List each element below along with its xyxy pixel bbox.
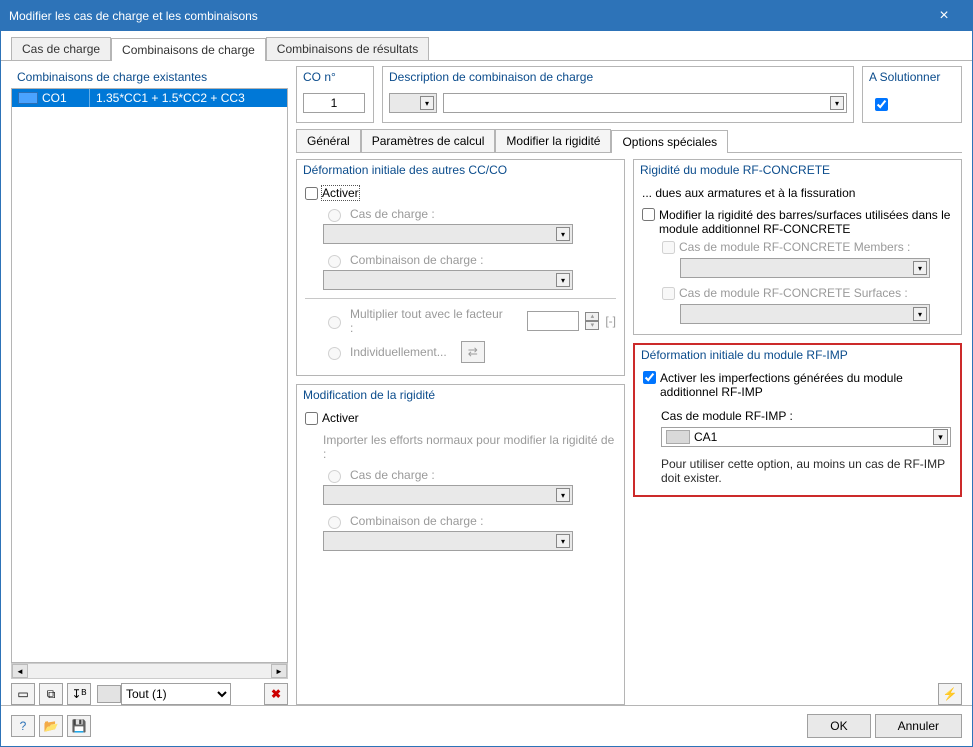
main-tabs: Cas de charge Combinaisons de charge Com… bbox=[1, 37, 972, 61]
bottom-bar: ? 📂 💾 OK Annuler bbox=[1, 705, 972, 746]
deform-indiv-radio bbox=[328, 347, 341, 360]
rfcon-members-checkbox: Cas de module RF-CONCRETE Members : bbox=[662, 240, 953, 254]
new-icon[interactable]: ▭ bbox=[11, 683, 35, 705]
solve-box: A Solutionner bbox=[862, 66, 962, 123]
co-number-box: CO n° bbox=[296, 66, 374, 123]
deform-combo-select: ▾ bbox=[323, 270, 573, 290]
open-icon[interactable]: 📂 bbox=[39, 715, 63, 737]
dialog-body: Combinaisons de charge existantes CO1 1.… bbox=[1, 61, 972, 705]
co-number-input[interactable] bbox=[303, 93, 365, 113]
help-icon[interactable]: ? bbox=[11, 715, 35, 737]
right-pane: CO n° Description de combinaison de char… bbox=[296, 66, 962, 705]
description-box: Description de combinaison de charge ▾ ▾ bbox=[382, 66, 854, 123]
modif-combo-select: ▾ bbox=[323, 531, 573, 551]
horizontal-scrollbar[interactable]: ◄► bbox=[11, 663, 288, 679]
save-icon[interactable]: 💾 bbox=[67, 715, 91, 737]
deformation-panel: Déformation initiale des autres CC/CO Ac… bbox=[296, 159, 625, 376]
deform-factor-input bbox=[527, 311, 579, 331]
deform-cas-select: ▾ bbox=[323, 224, 573, 244]
deform-indiv-icon: ⇄ bbox=[461, 341, 485, 363]
solve-checkbox[interactable] bbox=[875, 98, 888, 111]
tab-combinaisons-resultats[interactable]: Combinaisons de résultats bbox=[266, 37, 429, 60]
dialog-window: Modifier les cas de charge et les combin… bbox=[0, 0, 973, 747]
modif-combo-radio bbox=[328, 516, 341, 529]
rfcon-surfaces-select: ▾ bbox=[680, 304, 930, 324]
list-item[interactable]: CO1 1.35*CC1 + 1.5*CC2 + CC3 bbox=[12, 89, 287, 107]
rfconcrete-panel: Rigidité du module RF-CONCRETE ... dues … bbox=[633, 159, 962, 335]
rfimp-swatch-icon bbox=[666, 430, 690, 444]
desc-text-select[interactable]: ▾ bbox=[443, 93, 847, 113]
color-swatch-icon bbox=[18, 92, 38, 104]
filter-select[interactable]: Tout (1) bbox=[121, 683, 231, 705]
rfimp-case-select[interactable]: CA1 ▾ bbox=[661, 427, 951, 447]
titlebar: Modifier les cas de charge et les combin… bbox=[1, 1, 972, 31]
ok-button[interactable]: OK bbox=[807, 714, 870, 738]
delete-icon[interactable]: ✖ bbox=[264, 683, 288, 705]
combinations-list[interactable]: CO1 1.35*CC1 + 1.5*CC2 + CC3 bbox=[11, 88, 288, 663]
deform-combo-radio bbox=[328, 255, 341, 268]
rfimp-note: Pour utiliser cette option, au moins un … bbox=[661, 457, 952, 485]
modif-cas-select: ▾ bbox=[323, 485, 573, 505]
left-toolbar: ▭ ⧉ ↧ᴮ Tout (1) ✖ bbox=[11, 683, 288, 705]
rfcon-modify-checkbox[interactable]: Modifier la rigidité des barres/surfaces… bbox=[642, 208, 953, 236]
modification-panel: Modification de la rigidité Activer Impo… bbox=[296, 384, 625, 705]
tab-cas-de-charge[interactable]: Cas de charge bbox=[11, 37, 111, 60]
deform-mult-radio bbox=[328, 316, 341, 329]
lightning-icon[interactable]: ⚡ bbox=[938, 683, 962, 705]
modif-cas-radio bbox=[328, 470, 341, 483]
tab-rigidite[interactable]: Modifier la rigidité bbox=[495, 129, 611, 152]
window-title: Modifier les cas de charge et les combin… bbox=[9, 9, 924, 23]
close-icon[interactable]: × bbox=[924, 7, 964, 25]
tab-combinaisons-charge[interactable]: Combinaisons de charge bbox=[111, 38, 266, 61]
tab-general[interactable]: Général bbox=[296, 129, 361, 152]
inner-tabs: Général Paramètres de calcul Modifier la… bbox=[296, 129, 962, 153]
cancel-button[interactable]: Annuler bbox=[875, 714, 962, 738]
modif-activer[interactable]: Activer bbox=[305, 411, 616, 425]
desc-type-select[interactable]: ▾ bbox=[389, 93, 437, 113]
deform-cas-radio bbox=[328, 209, 341, 222]
rfcon-surfaces-checkbox: Cas de module RF-CONCRETE Surfaces : bbox=[662, 286, 953, 300]
rfimp-activer-checkbox[interactable]: Activer les imperfections générées du mo… bbox=[643, 371, 952, 399]
tab-parametres[interactable]: Paramètres de calcul bbox=[361, 129, 496, 152]
tab-options-speciales[interactable]: Options spéciales bbox=[611, 130, 728, 153]
rfcon-members-select: ▾ bbox=[680, 258, 930, 278]
copy-icon[interactable]: ⧉ bbox=[39, 683, 63, 705]
left-pane: Combinaisons de charge existantes CO1 1.… bbox=[11, 66, 288, 705]
deform-activer[interactable]: Activer bbox=[305, 186, 616, 200]
rfimp-panel: Déformation initiale du module RF-IMP Ac… bbox=[633, 343, 962, 497]
rfimp-case-label: Cas de module RF-IMP : bbox=[661, 409, 952, 423]
left-header: Combinaisons de charge existantes bbox=[11, 66, 288, 88]
sort-icon[interactable]: ↧ᴮ bbox=[67, 683, 91, 705]
filter-swatch-icon bbox=[97, 685, 121, 703]
